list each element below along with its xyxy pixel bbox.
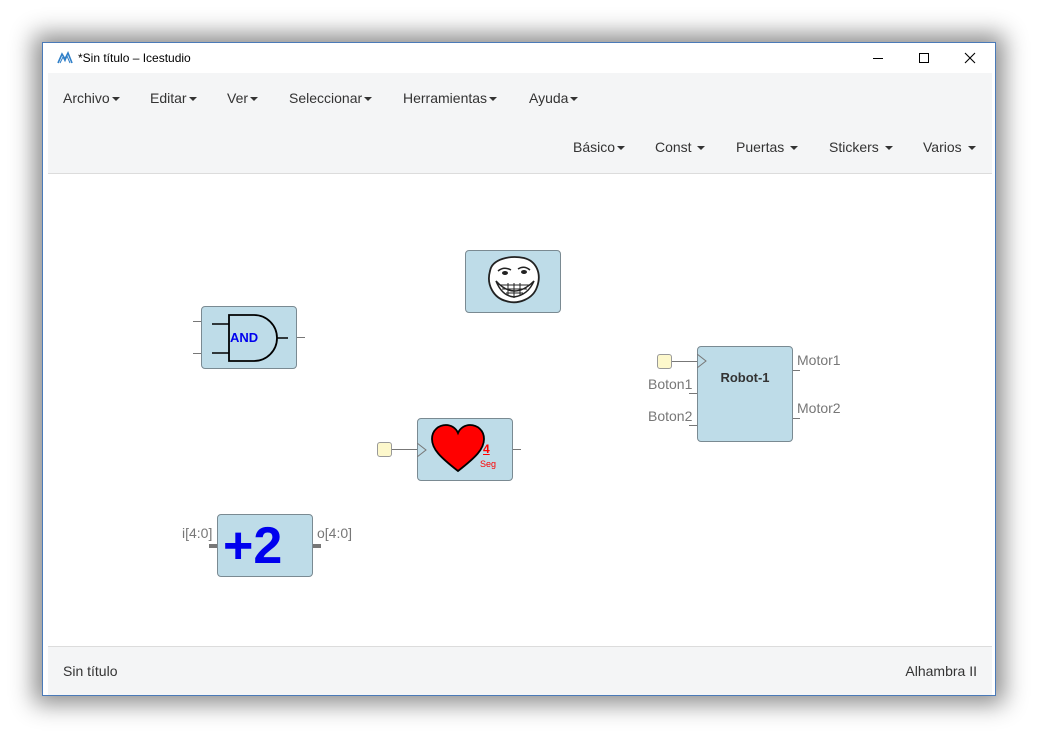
toolbar-puertas[interactable]: Puertas <box>736 139 799 155</box>
caret-down-icon <box>967 146 976 151</box>
maximize-button[interactable] <box>901 43 947 73</box>
minimize-button[interactable] <box>855 43 901 73</box>
robot-output-label-motor1: Motor1 <box>797 352 841 368</box>
board-name[interactable]: Alhambra II <box>905 663 977 679</box>
heart-output-wire <box>512 449 521 450</box>
robot-block-title: Robot-1 <box>720 370 770 385</box>
close-icon <box>964 52 976 64</box>
heart-timer-value: 4 <box>483 442 490 456</box>
plus-output-bus <box>312 544 321 548</box>
trollface-icon <box>488 256 540 304</box>
clock-input-arrow-icon <box>417 443 427 457</box>
heart-input-port[interactable] <box>377 442 392 457</box>
close-button[interactable] <box>947 43 993 73</box>
block-toolbar: Básico Const Puertas Stickers Varios <box>48 121 992 174</box>
menu-editar[interactable]: Editar <box>150 90 197 106</box>
robot-motor1-wire <box>792 370 800 371</box>
plus-input-label: i[4:0] <box>182 525 213 541</box>
heart-timer-unit: Seg <box>480 459 497 469</box>
robot-block[interactable]: Robot-1 <box>697 346 793 442</box>
robot-clock-wire <box>672 361 697 362</box>
caret-down-icon <box>489 97 498 102</box>
title-bar[interactable]: *Sin título – Icestudio <box>43 43 995 73</box>
plus-output-label: o[4:0] <box>317 525 353 541</box>
caret-down-icon <box>111 97 120 102</box>
and-gate-block[interactable]: AND <box>201 306 297 369</box>
design-canvas[interactable]: AND 4 Seg Boton1 Boton2 Motor1 Motor2 Ro… <box>48 174 992 646</box>
toolbar-const[interactable]: Const <box>655 139 706 155</box>
caret-down-icon <box>617 146 626 151</box>
menu-ayuda[interactable]: Ayuda <box>529 90 579 106</box>
status-bar: Sin título Alhambra II <box>48 646 992 695</box>
app-window: *Sin título – Icestudio Archivo Editar V… <box>42 42 996 696</box>
menu-archivo[interactable]: Archivo <box>63 90 120 106</box>
and-gate-label: AND <box>230 330 259 345</box>
toolbar-basico[interactable]: Básico <box>573 139 626 155</box>
maximize-icon <box>919 53 929 63</box>
robot-motor2-wire <box>792 418 800 419</box>
robot-input-label-boton1: Boton1 <box>648 376 693 392</box>
heart-input-wire <box>392 449 417 450</box>
caret-down-icon <box>364 97 373 102</box>
robot-boton2-wire <box>689 425 697 426</box>
and-output-wire <box>297 337 305 338</box>
window-title: *Sin título – Icestudio <box>78 51 191 65</box>
caret-down-icon <box>188 97 197 102</box>
menu-seleccionar[interactable]: Seleccionar <box>289 90 373 106</box>
menu-herramientas[interactable]: Herramientas <box>403 90 498 106</box>
plus-two-block[interactable]: +2 <box>217 514 313 577</box>
toolbar-varios[interactable]: Varios <box>923 139 976 155</box>
toolbar-stickers[interactable]: Stickers <box>829 139 893 155</box>
project-name: Sin título <box>63 663 118 679</box>
caret-down-icon <box>697 146 706 151</box>
heartbeat-timer-block[interactable]: 4 Seg <box>417 418 513 481</box>
icestudio-logo-icon <box>57 51 73 64</box>
robot-input-label-boton2: Boton2 <box>648 408 693 424</box>
minimize-icon <box>873 58 883 59</box>
robot-boton1-wire <box>689 393 697 394</box>
plus-two-label: +2 <box>223 517 283 575</box>
caret-down-icon <box>884 146 893 151</box>
caret-down-icon <box>570 97 579 102</box>
clock-input-arrow-icon <box>697 354 707 368</box>
caret-down-icon <box>790 146 799 151</box>
caret-down-icon <box>250 97 259 102</box>
trollface-block[interactable] <box>465 250 561 313</box>
robot-output-label-motor2: Motor2 <box>797 400 841 416</box>
menu-ver[interactable]: Ver <box>227 90 259 106</box>
robot-clock-input-port[interactable] <box>657 354 672 369</box>
menu-bar: Archivo Editar Ver Seleccionar Herramien… <box>48 73 992 121</box>
